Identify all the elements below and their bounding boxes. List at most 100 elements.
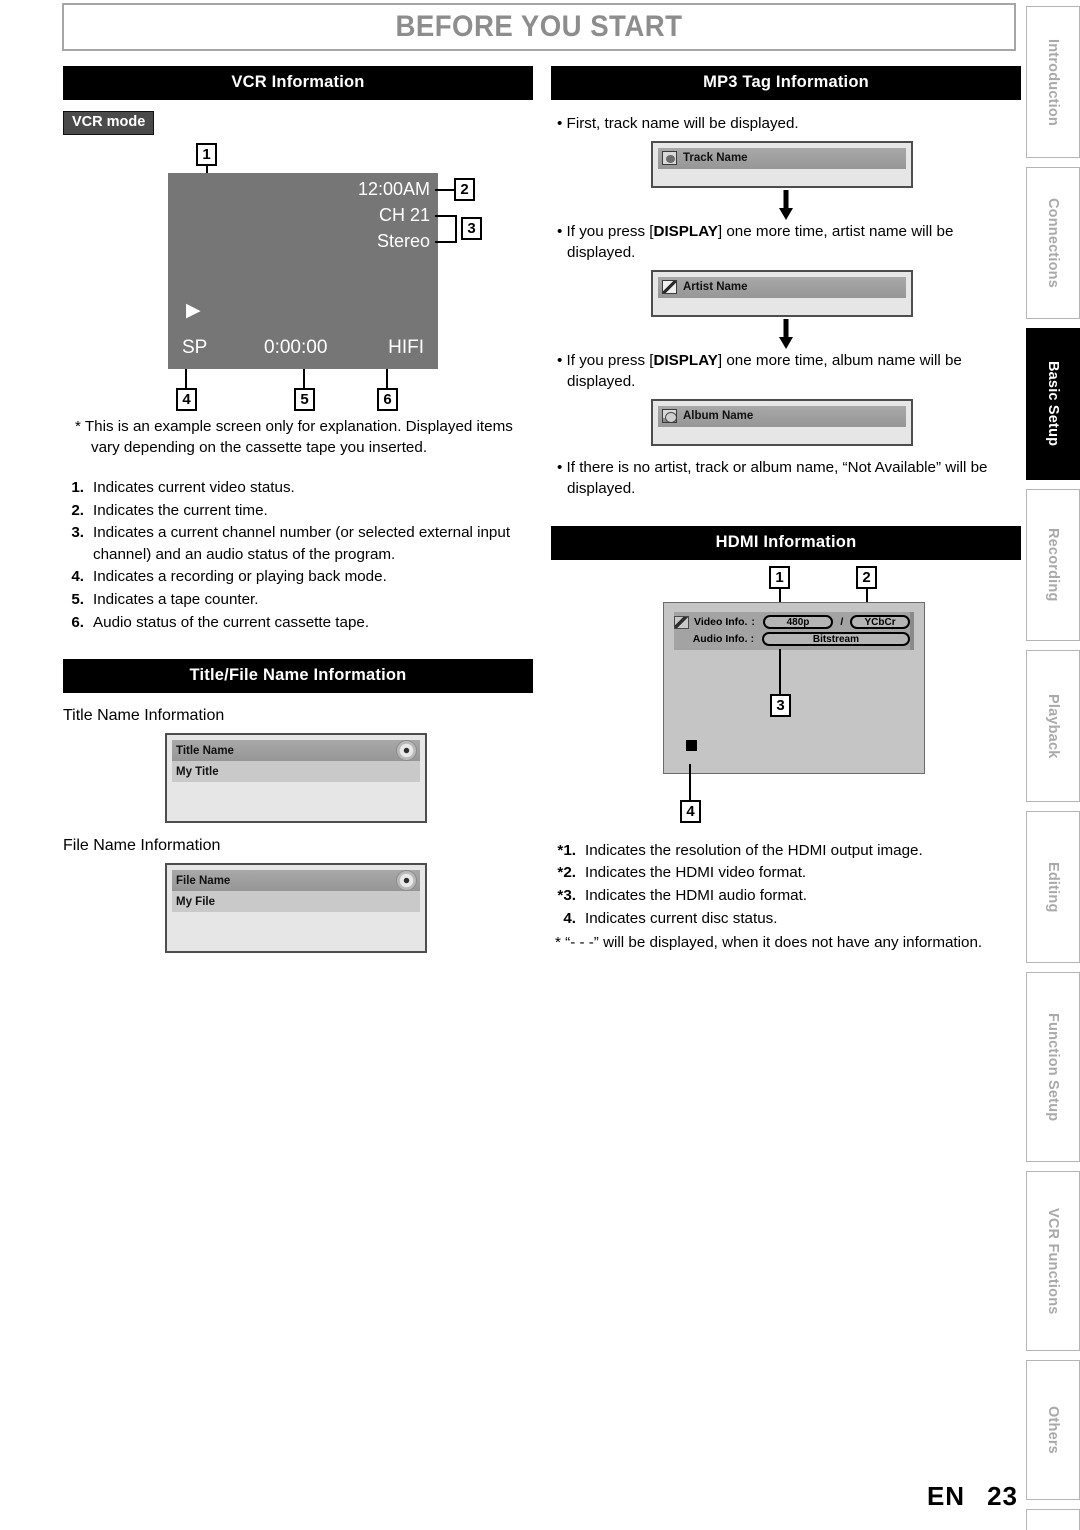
album-tag-icon [662,409,677,424]
play-icon: ▶ [186,300,201,322]
list-item: 4. Indicates current disc status. [551,908,1021,930]
hdmi-video-row: Video Info. : 480p / YCbCr [674,614,911,631]
callout-6: 6 [377,388,398,412]
track-name-osd-box: Track Name [651,140,913,188]
sidebar-item-recording[interactable]: Recording [1026,489,1080,641]
vcr-osd-screen: 12:00AM CH 21 Stereo ▶ SP 0:00:00 HIFI [168,173,438,370]
vcr-audio-status: Stereo [376,231,430,252]
tab-label: Introduction [1045,38,1061,126]
page-footer: EN 23 [927,1481,1018,1512]
tab-label: Playback [1045,693,1061,759]
list-item-number: *3. [557,886,576,904]
callout-4-leader [185,369,187,390]
tab-label: Recording [1045,528,1061,602]
list-item-number: *1. [557,841,576,859]
osd-sub-row: My File [172,891,420,913]
list-item: 4. Indicates a recording or playing back … [63,566,533,588]
list-item: 5. Indicates a tape counter. [63,589,533,611]
vcr-time: 12:00AM [357,179,430,200]
list-item-text: Indicates a current channel number (or s… [93,524,511,563]
osd-header-label: Artist Name [683,281,748,294]
osd-header-row: Album Name [658,405,906,427]
mp3-step-1-text: • First, track name will be displayed. [557,115,799,132]
track-tag-icon [662,151,677,166]
sidebar-item-playback[interactable]: Playback [1026,650,1080,802]
sidebar-item-function-setup[interactable]: Function Setup [1026,972,1080,1162]
document-page: BEFORE YOU START VCR Information VCR mod… [0,0,1080,1530]
hdmi-video-format-value: YCbCr [850,615,911,630]
osd-sub-row: My Title [172,761,420,783]
callout-1: 1 [196,143,217,167]
list-item: 6. Audio status of the current cassette t… [63,612,533,634]
vcr-mode-badge: VCR mode [63,111,155,136]
osd-header-row: File Name [172,870,420,892]
osd-header-label: Title Name [176,744,234,757]
hdmi-video-colon: : [751,616,755,629]
list-item-number: 4. [71,568,84,586]
callout-4: 4 [176,388,197,412]
list-item-text: Indicates a recording or playing back mo… [93,568,387,586]
display-key-label: DISPLAY [653,351,718,369]
sidebar-item-introduction[interactable]: Introduction [1026,6,1080,158]
list-item-number: 1. [71,479,84,497]
list-item-text: Audio status of the current cassette tap… [93,613,370,631]
sidebar-item-editing[interactable]: Editing [1026,811,1080,963]
sidebar-item-espanol[interactable]: Español [1026,1509,1080,1530]
mp3-final-note: • If there is no artist, track or album … [557,458,988,497]
osd-header-row: Artist Name [658,276,906,298]
tab-label: Basic Setup [1045,361,1061,447]
hdmi-slash: / [840,616,844,629]
osd-header-row: Track Name [658,147,906,169]
hdmi-callout-4: 4 [680,799,701,823]
callout-3-leader-bottom [435,241,457,244]
page-title: BEFORE YOU START [395,10,683,43]
display-key-label: DISPLAY [653,222,718,240]
sidebar-item-basic-setup[interactable]: Basic Setup [1026,328,1080,480]
list-item-text: Indicates the HDMI audio format. [585,886,808,904]
mp3-step-2-text: • If you press [DISPLAY] one more time, … [551,222,1021,264]
hdmi-info-panel: Video Info. : 480p / YCbCr Audio Info. :… [674,611,914,650]
title-name-osd-box: Title Name My Title [165,733,427,824]
hdmi-callout-1: 1 [769,565,790,589]
vcr-note: * This is an example screen only for exp… [75,418,513,457]
callout-3-bracket [455,215,457,244]
vcr-numbered-list: 1. Indicates current video status. 2. Indi… [63,477,533,633]
tab-label: Others [1045,1406,1061,1454]
list-item-number: 2. [71,501,84,519]
list-item-text: Indicates current video status. [93,479,295,497]
mp3-step-3-text: • If you press [DISPLAY] one more time, … [551,351,1021,393]
list-item: 3. Indicates a current channel number (or… [63,522,533,565]
callout-2-leader [435,189,455,192]
vcr-counter: 0:00:00 [264,337,328,359]
sidebar-item-vcr-functions[interactable]: VCR Functions [1026,1171,1080,1351]
title-name-information-label: Title Name Information [63,707,225,725]
artist-tag-icon [662,280,677,295]
hdmi-audio-label: Audio Info. [692,633,748,646]
callout-3-leader-top [435,215,457,218]
mp3-step-3-pre: • If you press [ [557,351,654,369]
hdmi-callout-4-leader [689,763,691,802]
disc-icon [396,740,417,762]
list-item-number: *2. [557,864,576,882]
sidebar-item-connections[interactable]: Connections [1026,167,1080,319]
osd-header-label: Album Name [683,410,754,423]
sidebar-item-others[interactable]: Others [1026,1360,1080,1500]
list-item-number: 3. [71,524,84,542]
section-header-hdmi: HDMI Information [551,525,1021,560]
list-item-text: Indicates a tape counter. [93,591,259,609]
hdmi-numbered-list: *1. Indicates the resolution of the HDMI … [551,840,1021,929]
flow-arrow-1 [551,188,1021,222]
osd-header-row: Title Name [172,740,420,762]
hdmi-audio-colon: : [750,633,755,646]
callout-5: 5 [294,388,315,412]
hdmi-osd-screen: Video Info. : 480p / YCbCr Audio Info. :… [663,601,925,774]
vcr-hifi: HIFI [388,337,424,359]
hdmi-audio-format-value: Bitstream [761,632,910,647]
list-item-text: Indicates the HDMI video format. [585,864,807,882]
section-header-mp3-tag: MP3 Tag Information [551,66,1021,100]
callout-5-leader [303,369,305,390]
tab-label: Editing [1045,861,1061,913]
list-item: *3. Indicates the HDMI audio format. [551,885,1021,907]
list-item-number: 5. [71,591,84,609]
file-name-information-label: File Name Information [63,837,221,855]
